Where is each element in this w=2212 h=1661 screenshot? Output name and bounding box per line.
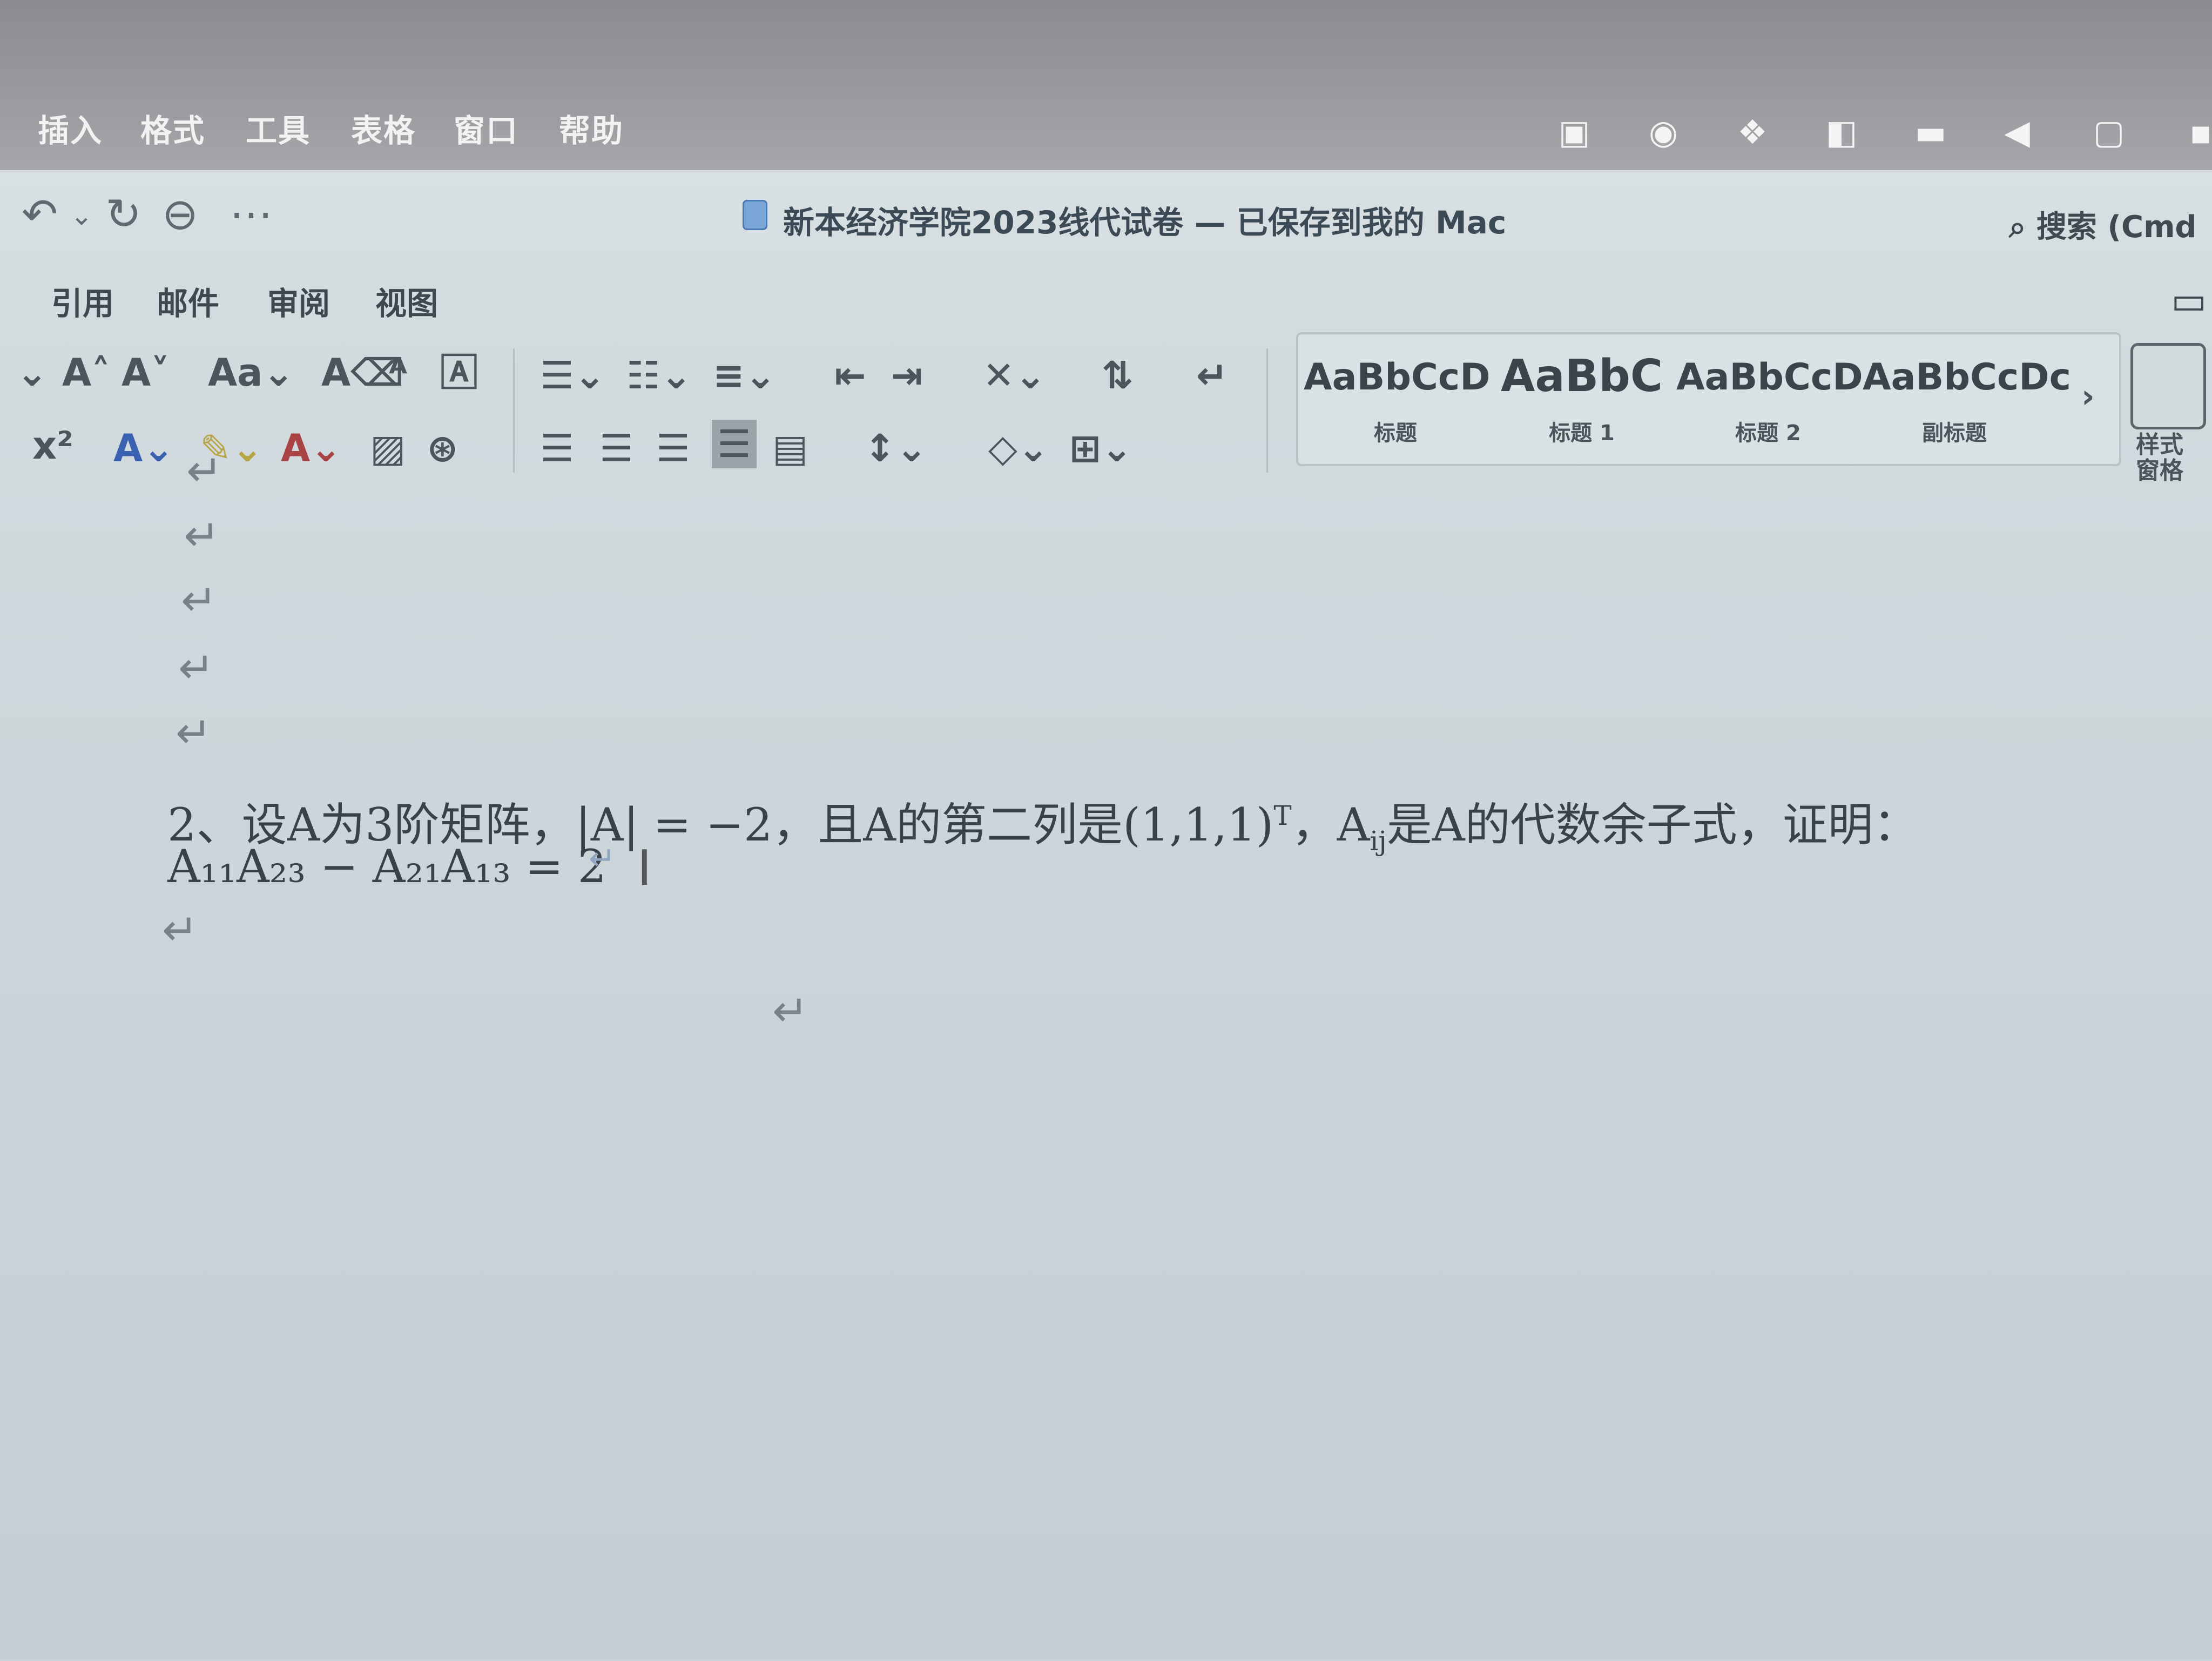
question-line-2: A₁₁A₂₃ − A₂₁A₁₃ = 2 (167, 840, 607, 893)
menu-bar: 插入 格式 工具 表格 窗口 帮助 ▣ ◉ ❖ ◧ ▬ ◀ ▢ ▪ (0, 0, 2212, 178)
screen-icon[interactable]: ▢ (2085, 111, 2133, 154)
paragraph-mark: ↵ (181, 575, 218, 626)
numbering-icon[interactable]: ☷⌄ (626, 351, 692, 400)
tab-references[interactable]: 引用 (51, 278, 114, 324)
style-name: 标题 (1374, 421, 1417, 446)
search-icon: ⌕ (2009, 210, 2026, 245)
ribbon-separator (1266, 348, 1268, 473)
enclose-char-icon[interactable]: ⊛ (427, 424, 458, 473)
battery-icon[interactable]: ▬ (1906, 111, 1955, 154)
paragraph-mark: ↵ (589, 840, 616, 878)
input-icon[interactable]: ◧ (1817, 111, 1866, 154)
tab-mailings[interactable]: 邮件 (157, 278, 219, 324)
undo-dropdown-icon[interactable]: ⌄ (70, 200, 93, 231)
change-case-icon[interactable]: Aa⌄ (208, 348, 294, 397)
menu-help[interactable]: 帮助 (559, 105, 624, 151)
style-sample: AaBbCcD (1676, 356, 1863, 399)
styles-pane-icon[interactable] (2130, 343, 2206, 429)
status-icon[interactable]: ▪ (2176, 111, 2212, 154)
title-bar: ↶ ⌄ ↻ ⊖ ⋯ 新本经济学院2023线代试卷 — 已保存到我的 Mac ⌕ … (0, 170, 2212, 262)
style-name: 标题 2 (1735, 421, 1801, 446)
justify-icon[interactable]: ☰ (712, 420, 757, 468)
menu-window[interactable]: 窗口 (454, 105, 518, 151)
menu-format[interactable]: 格式 (140, 105, 205, 151)
document-title[interactable]: 新本经济学院2023线代试卷 — 已保存到我的 Mac (783, 197, 1506, 243)
grow-font-icon[interactable]: A˄ (62, 348, 110, 397)
font-size-dropdown-icon[interactable]: ⌄ (16, 348, 48, 397)
shrink-font-icon[interactable]: A˅ (122, 348, 170, 397)
redo-icon[interactable]: ↻ (105, 189, 141, 239)
dropbox-icon[interactable]: ❖ (1728, 111, 1777, 154)
bullets-icon[interactable]: ☰⌄ (540, 351, 605, 400)
menu-table[interactable]: 表格 (351, 105, 416, 151)
borders-icon[interactable]: ⊞⌄ (1069, 424, 1132, 473)
style-name: 副标题 (1922, 421, 1987, 446)
question-text: ，A (1291, 798, 1370, 851)
sort-icon[interactable]: ⇅ (1102, 351, 1134, 400)
comments-icon[interactable]: ▭ (2171, 278, 2207, 322)
document-icon (743, 200, 767, 230)
text-cursor-icon: I (637, 840, 652, 897)
more-icon[interactable]: ⋯ (230, 189, 273, 239)
decrease-indent-icon[interactable]: ⇤ (834, 351, 866, 400)
document-body[interactable]: ↵ ↵ ↵ ↵ ↵ 2、设A为3阶矩阵，|A| = −2，且A的第二列是(1,1… (0, 446, 2212, 1661)
browser-icon[interactable]: ◉ (1639, 111, 1688, 154)
wechat-icon[interactable]: ▣ (1550, 111, 1599, 154)
menu-tools[interactable]: 工具 (246, 105, 311, 151)
styles-pane-label[interactable]: 样式 窗格 (2136, 432, 2183, 484)
paragraph-mark: ↵ (772, 986, 809, 1036)
chevron-right-icon[interactable]: › (2081, 372, 2095, 421)
paragraph-mark: ↵ (184, 510, 220, 561)
search-label: 搜索 (Cmd (2036, 210, 2197, 245)
paragraph-mark: ↵ (162, 905, 199, 955)
paragraph-mark: ↵ (178, 643, 215, 693)
question-text: 是A的代数余子式，证明： (1386, 798, 1919, 851)
increase-indent-icon[interactable]: ⇥ (891, 351, 923, 400)
paragraph-mark: ↵ (186, 446, 223, 496)
styles-gallery: AaBbCcD 标题 AaBbC 标题 1 AaBbCcD 标题 2 AaBbC… (1296, 332, 2121, 466)
index-sub: ij (1370, 825, 1387, 857)
show-marks-icon[interactable]: ↵ (1196, 351, 1228, 400)
align-center-icon[interactable]: ☰ (599, 424, 633, 473)
tab-review[interactable]: 审阅 (267, 278, 330, 324)
style-sample: AaBbCcD (1304, 356, 1491, 399)
style-name: 标题 1 (1549, 421, 1615, 446)
multilevel-list-icon[interactable]: ≡⌄ (713, 351, 776, 400)
phonetic-icon[interactable]: ᴬ (389, 348, 407, 397)
style-subtitle[interactable]: AaBbCcDc 副标题 (1863, 334, 2071, 464)
distributed-icon[interactable]: ▤ (772, 424, 808, 473)
ribbon-tabs: 引用 邮件 审阅 视图 ▭ (0, 262, 2212, 324)
undo-icon[interactable]: ↶ (22, 189, 58, 239)
paragraph-mark: ↵ (176, 708, 212, 758)
style-sample: AaBbC (1500, 351, 1663, 402)
shading-icon[interactable]: ◇⌄ (988, 424, 1049, 473)
transpose-sup: T (1273, 800, 1292, 831)
print-icon[interactable]: ⊖ (162, 189, 198, 239)
volume-icon[interactable]: ◀ (1993, 111, 2041, 154)
align-right-icon[interactable]: ☰ (656, 424, 690, 473)
search-box[interactable]: ⌕ 搜索 (Cmd (2009, 203, 2197, 246)
style-heading-1[interactable]: AaBbC 标题 1 (1490, 334, 1674, 464)
word-window: ↶ ⌄ ↻ ⊖ ⋯ 新本经济学院2023线代试卷 — 已保存到我的 Mac ⌕ … (0, 170, 2212, 1659)
char-shading-icon[interactable]: ▨ (370, 424, 406, 473)
line-spacing-icon[interactable]: ↕⌄ (864, 424, 927, 473)
style-heading-2[interactable]: AaBbCcD 标题 2 (1676, 334, 1863, 464)
text-effects-icon[interactable]: A⌄ (113, 424, 174, 473)
char-border-icon[interactable]: 🄰 (440, 348, 478, 397)
align-left-icon[interactable]: ☰ (540, 424, 574, 473)
tab-view[interactable]: 视图 (375, 278, 438, 324)
ribbon-separator (513, 348, 515, 473)
menu-insert[interactable]: 插入 (38, 105, 103, 151)
font-color-icon[interactable]: A⌄ (281, 424, 342, 473)
asian-layout-icon[interactable]: ✕⌄ (983, 351, 1046, 400)
superscript-icon[interactable]: x² (32, 421, 73, 470)
style-sample: AaBbCcDc (1863, 356, 2071, 399)
style-title[interactable]: AaBbCcD 标题 (1304, 334, 1491, 464)
